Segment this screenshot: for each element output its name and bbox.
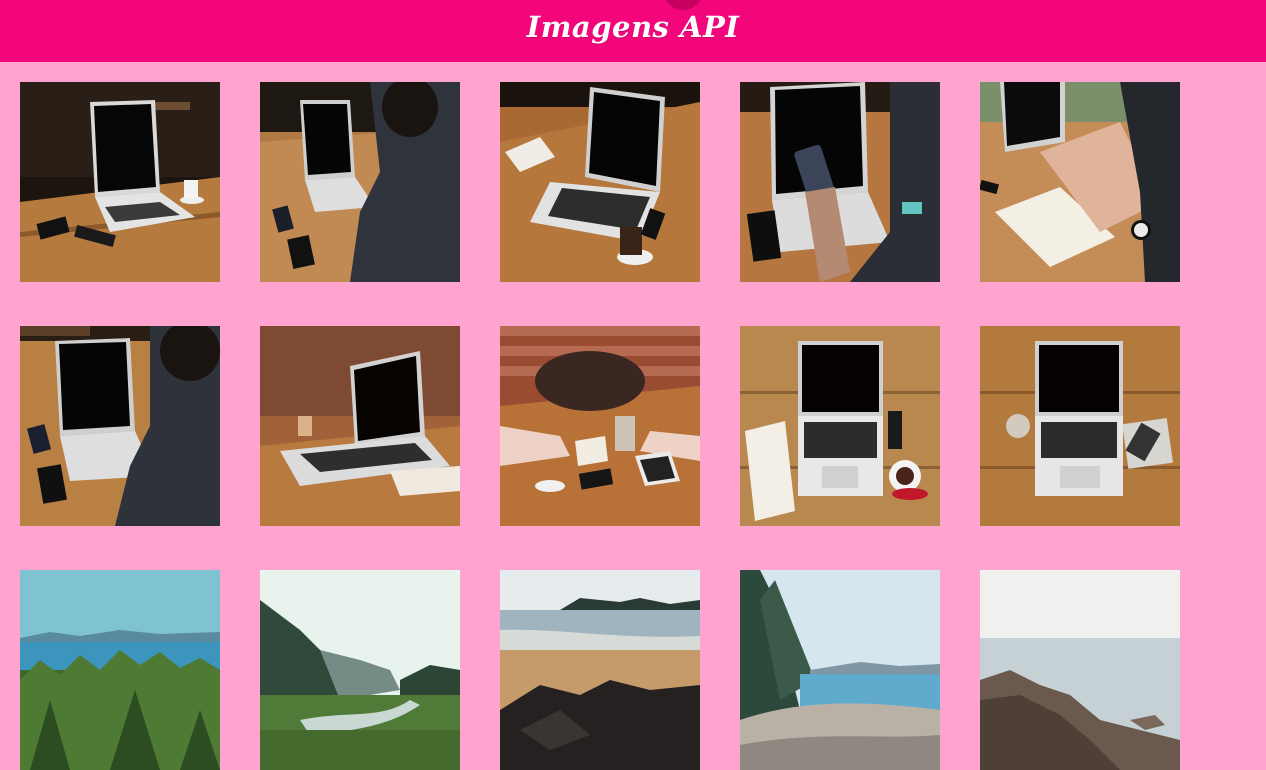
gallery-image-laptop-top-notebook[interactable] (740, 326, 940, 526)
laptop-side-photo (260, 326, 460, 526)
meeting-table-photo (500, 326, 700, 526)
gallery-image-laptop-top-phone[interactable] (980, 326, 1180, 526)
gallery-image-meeting-table[interactable] (500, 326, 700, 526)
gallery-image-beach-rocks[interactable] (500, 570, 700, 770)
person-typing-photo (260, 82, 460, 282)
person-typing-2-photo (20, 326, 220, 526)
rocky-coast-photo (980, 570, 1180, 770)
page-title: Imagens API (526, 10, 740, 44)
valley-river-photo (260, 570, 460, 770)
gallery-image-valley-river[interactable] (260, 570, 460, 770)
hand-writing-photo (980, 82, 1180, 282)
beach-rocks-photo (500, 570, 700, 770)
app-header: Imagens API (0, 0, 1266, 62)
logo-circle (663, 0, 703, 10)
forest-lake-photo (20, 570, 220, 770)
person-phone-photo (740, 82, 940, 282)
gallery-image-person-typing-2[interactable] (20, 326, 220, 526)
gallery-image-person-phone[interactable] (740, 82, 940, 282)
gallery-image-laptop-notebook-coffee[interactable] (500, 82, 700, 282)
gallery-image-laptop-table[interactable] (20, 82, 220, 282)
laptop-table-photo (20, 82, 220, 282)
laptop-top-notebook-photo (740, 326, 940, 526)
gallery-image-hand-writing[interactable] (980, 82, 1180, 282)
pebble-shore-photo (740, 570, 940, 770)
gallery-image-person-typing[interactable] (260, 82, 460, 282)
gallery-image-laptop-side[interactable] (260, 326, 460, 526)
gallery-image-forest-lake[interactable] (20, 570, 220, 770)
laptop-top-phone-photo (980, 326, 1180, 526)
gallery-image-pebble-shore[interactable] (740, 570, 940, 770)
laptop-notebook-photo (500, 82, 700, 282)
gallery-image-rocky-coast[interactable] (980, 570, 1180, 770)
